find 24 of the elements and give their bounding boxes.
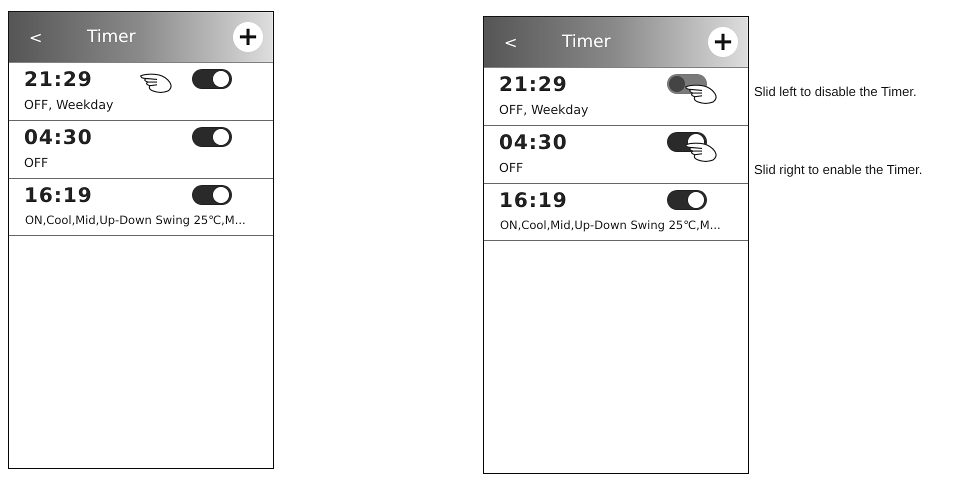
timer-detail: ON,Cool,Mid,Up-Down Swing 25℃,M... [24, 213, 246, 227]
screen-title: Timer [87, 27, 137, 47]
back-button[interactable]: < [29, 28, 87, 46]
timer-time: 04:30 [24, 125, 93, 149]
add-button[interactable]: + [708, 27, 738, 57]
toggle-switch[interactable] [192, 69, 232, 89]
timer-detail: OFF [24, 155, 48, 170]
timer-detail: ON,Cool,Mid,Up-Down Swing 25℃,M... [499, 218, 721, 232]
instruction-note: Slid right to enable the Timer. [754, 162, 922, 177]
toggle-switch[interactable] [192, 127, 232, 147]
screen-title: Timer [562, 32, 612, 52]
timer-time: 04:30 [499, 130, 568, 154]
timer-time: 16:19 [24, 183, 93, 207]
toggle-switch[interactable] [667, 190, 707, 210]
timer-detail: OFF, Weekday [24, 97, 114, 112]
timer-detail: OFF [499, 160, 524, 175]
timer-time: 21:29 [499, 72, 568, 96]
timer-time: 16:19 [499, 188, 568, 212]
back-button[interactable]: < [504, 32, 562, 52]
timer-detail: OFF, Weekday [499, 102, 588, 117]
instruction-note: Slid left to disable the Timer. [754, 84, 918, 99]
add-button[interactable]: + [233, 22, 263, 52]
timer-time: 21:29 [24, 67, 93, 91]
toggle-switch[interactable] [192, 185, 232, 205]
